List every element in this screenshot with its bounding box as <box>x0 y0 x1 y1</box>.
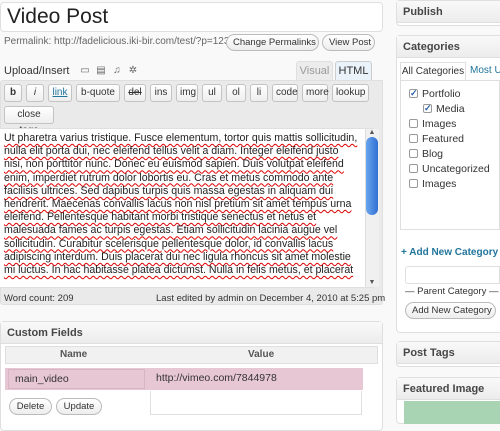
qt-li-button[interactable]: li <box>250 84 268 102</box>
qt-del-button[interactable]: del <box>124 84 146 102</box>
content-line: eleifend. Pellentesque habitant morbi tr… <box>4 211 317 224</box>
custom-field-name-input[interactable]: main_video <box>8 369 145 389</box>
view-post-button[interactable]: View Post <box>322 34 375 51</box>
content-line: adipiscing interdum. Duis placerat dui n… <box>4 250 351 263</box>
checkbox[interactable] <box>409 149 418 158</box>
word-count: Word count: 209 <box>4 293 74 304</box>
qt-img-button[interactable]: img <box>176 84 198 102</box>
category-item-featured[interactable]: Featured <box>409 133 464 145</box>
content-line: mi luctus. In hac habitasse platea dictu… <box>4 264 354 277</box>
category-item-media[interactable]: Media <box>423 102 465 115</box>
content-line: hendrerit. Maecenas convallis lacus non … <box>4 198 352 211</box>
content-line: Ut pharetra varius tristique. Fusce elem… <box>4 132 358 144</box>
tab-visual[interactable]: Visual <box>296 61 333 81</box>
content-line: facilisis ultrices. Sed dapibus turpis q… <box>4 184 334 197</box>
category-item-uncategorized[interactable]: Uncategorized <box>409 163 490 175</box>
scroll-down-icon[interactable]: ▼ <box>366 279 378 287</box>
publish-title[interactable]: Publish <box>397 1 500 23</box>
category-item-portfolio[interactable]: Portfolio <box>409 87 461 100</box>
custom-fields-title[interactable]: Custom Fields <box>1 322 382 344</box>
featured-image-thumbnail[interactable] <box>404 401 500 424</box>
audio-icon[interactable]: ♫ <box>111 65 123 76</box>
parent-category-select[interactable]: — Parent Category — <box>405 286 500 300</box>
add-new-category-link[interactable]: + Add New Category <box>401 247 498 258</box>
custom-field-value-area <box>150 391 362 415</box>
qt-link-button[interactable]: link <box>48 84 72 102</box>
category-item-images[interactable]: Images <box>409 118 456 130</box>
quicktags-toolbar: b i link b-quote del ins img ul ol li co… <box>4 84 379 136</box>
custom-field-value-input[interactable]: http://vimeo.com/7844978 <box>150 369 362 389</box>
content-line: malesuada fames ac turpis egestas. Etiam… <box>4 224 338 237</box>
qt-lookup-button[interactable]: lookup <box>332 84 369 102</box>
tab-all-categories[interactable]: All Categories <box>400 62 466 81</box>
qt-ins-button[interactable]: ins <box>150 84 172 102</box>
image-icon[interactable]: ▭ <box>79 65 91 76</box>
qt-ul-button[interactable]: ul <box>202 84 222 102</box>
content-line: nulla elit porta dui, nec eleifend tellu… <box>4 145 339 158</box>
media-icon[interactable]: ✲ <box>127 65 139 76</box>
post-tags-title[interactable]: Post Tags <box>397 342 500 364</box>
checkbox[interactable] <box>409 134 418 143</box>
checkbox[interactable] <box>409 164 418 173</box>
video-icon[interactable]: ▤ <box>95 65 107 76</box>
scroll-up-icon[interactable]: ▲ <box>366 129 378 137</box>
qt-close-tags-button[interactable]: close tags <box>4 106 54 136</box>
permalink-row: Permalink: http://fadelicious.iki-bir.co… <box>4 35 235 51</box>
change-permalinks-button[interactable]: Change Permalinks <box>226 34 319 51</box>
scrollbar-thumb[interactable] <box>366 137 378 215</box>
qt-blockquote-button[interactable]: b-quote <box>76 84 120 102</box>
qt-code-button[interactable]: code <box>272 84 298 102</box>
post-content-textarea[interactable]: Ut pharetra varius tristique. Fusce elem… <box>0 128 374 288</box>
upload-insert-label: Upload/Insert <box>4 65 70 77</box>
checkbox[interactable] <box>409 119 418 128</box>
content-line: sollicitudin. Curabitur scelerisque pell… <box>4 237 334 250</box>
checkbox[interactable] <box>409 179 418 188</box>
category-item-blog[interactable]: Blog <box>409 148 443 160</box>
tab-html[interactable]: HTML <box>335 61 372 81</box>
permalink-label: Permalink: <box>4 36 52 47</box>
update-field-button[interactable]: Update <box>56 398 102 415</box>
delete-field-button[interactable]: Delete <box>9 398 52 415</box>
content-line: nisi, non porttitor nunc. Donec eu euism… <box>4 158 344 171</box>
tab-most-used[interactable]: Most U <box>470 62 500 81</box>
qt-italic-button[interactable]: i <box>26 84 44 102</box>
permalink-url[interactable]: http://fadelicious.iki-bir.com/test/?p=1… <box>54 36 235 47</box>
qt-more-button[interactable]: more <box>302 84 329 102</box>
categories-title[interactable]: Categories <box>397 36 500 58</box>
last-edited: Last edited by admin on December 4, 2010… <box>156 293 386 304</box>
checkbox-checked[interactable] <box>409 87 418 99</box>
qt-bold-button[interactable]: b <box>4 84 22 102</box>
column-name-header: Name <box>60 349 88 360</box>
qt-ol-button[interactable]: ol <box>226 84 246 102</box>
content-line: enim, imperdiet rutrum dolor lobortis eu… <box>4 171 334 184</box>
new-category-input[interactable] <box>405 266 500 284</box>
column-value-header: Value <box>248 349 275 360</box>
add-new-category-button[interactable]: Add New Category <box>405 302 496 319</box>
post-title-input[interactable]: Video Post <box>0 2 383 32</box>
category-item-images-2[interactable]: Images <box>409 178 456 190</box>
featured-image-title[interactable]: Featured Image <box>397 378 500 400</box>
checkbox-checked[interactable] <box>423 102 432 114</box>
